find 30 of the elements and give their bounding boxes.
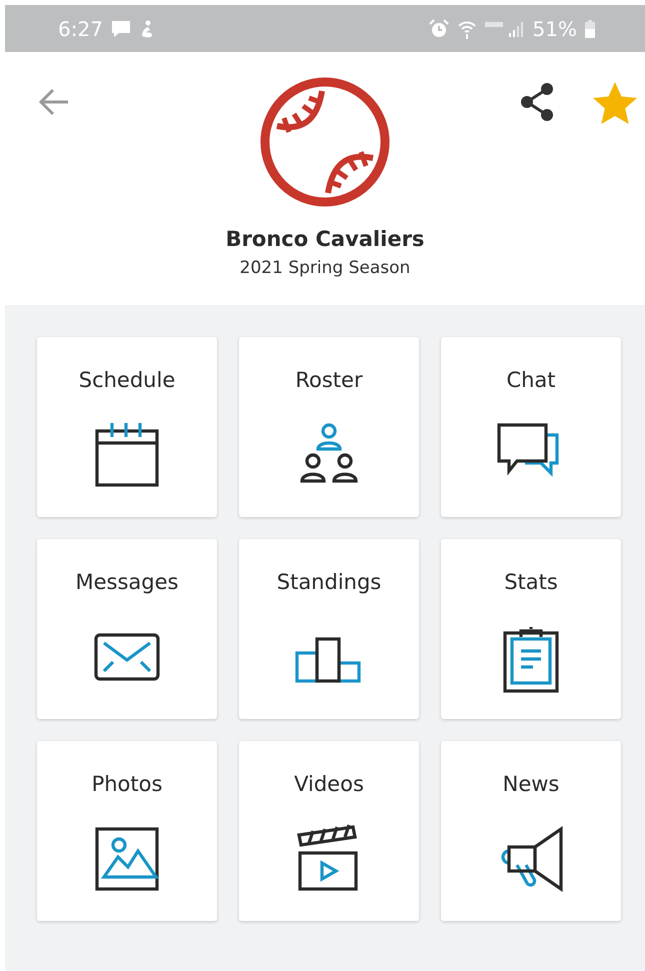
battery-percent: 51% [532, 16, 577, 42]
menu-tile[interactable]: Messages [37, 539, 217, 719]
back-button[interactable] [38, 87, 70, 117]
tile-label: News [502, 771, 560, 798]
wifi-icon [456, 18, 477, 38]
menu-tile[interactable]: Chat [441, 337, 621, 517]
tile-label: Messages [76, 569, 178, 596]
favorite-button[interactable] [591, 80, 639, 126]
signal-icon [484, 20, 525, 38]
status-time: 6:27 [58, 16, 103, 42]
menu-tile[interactable]: News [441, 741, 621, 921]
menu-tile[interactable]: Standings [239, 539, 419, 719]
alarm-clock-icon [428, 18, 449, 38]
tile-label: Chat [506, 367, 556, 394]
tile-label: Stats [504, 569, 558, 596]
tile-label: Videos [294, 771, 364, 798]
tile-label: Schedule [78, 367, 176, 394]
menu-tile[interactable]: Stats [441, 539, 621, 719]
menu-tile[interactable]: Schedule [37, 337, 217, 517]
menu-tile[interactable]: Videos [239, 741, 419, 921]
share-button[interactable] [519, 82, 555, 122]
battery-icon [585, 20, 595, 38]
season-name: 2021 Spring Season [240, 256, 410, 280]
menu-tile[interactable]: Photos [37, 741, 217, 921]
team-name: Bronco Cavaliers [226, 226, 424, 253]
tile-label: Standings [276, 569, 382, 596]
chat-bubble-icon [110, 20, 131, 38]
menu-tile[interactable]: Roster [239, 337, 419, 517]
tile-label: Roster [295, 367, 363, 394]
tile-label: Photos [92, 771, 162, 798]
